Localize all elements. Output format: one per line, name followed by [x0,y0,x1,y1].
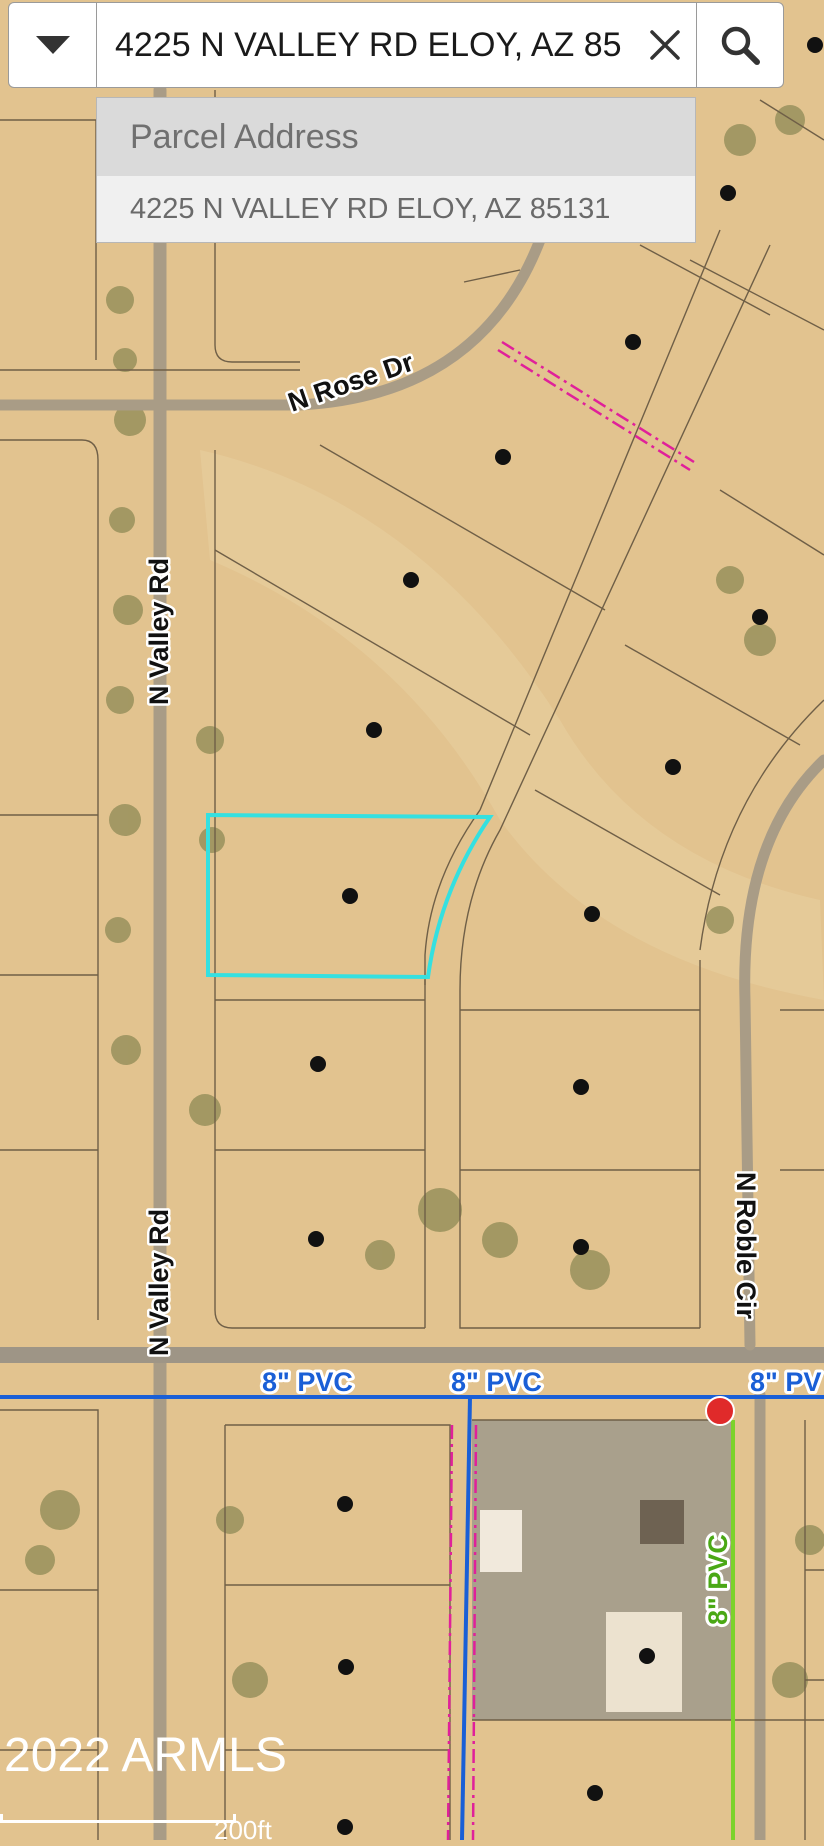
clear-search-button[interactable] [634,3,696,87]
parcel-dot [573,1079,589,1095]
parcel-dot [337,1496,353,1512]
building [640,1500,684,1544]
scale-bar [0,1814,236,1823]
caret-down-icon [35,36,70,54]
parcel-dot [665,759,681,775]
search-type-dropdown[interactable] [9,3,97,87]
parcel-dot [587,1785,603,1801]
label-pipe-sewer: 8" PVC [703,1534,733,1625]
parcel-dot [337,1819,353,1835]
building [480,1510,522,1572]
parcel-map[interactable]: N Rose Dr N Valley Rd N Valley Rd N Robl… [0,0,824,1840]
suggestions-header: Parcel Address [97,98,695,176]
parcel-dot [366,722,382,738]
parcel-dot [639,1648,655,1664]
parcel-dot [752,609,768,625]
label-n-valley-rd-north: N Valley Rd [144,558,174,705]
parcel-dot [403,572,419,588]
map-copyright: 2022 ARMLS [4,1729,287,1782]
label-pipe-water-2: 8" PVC [451,1367,542,1397]
parcel-search-bar: 4225 N VALLEY RD ELOY, AZ 85 [8,2,784,88]
search-input-value: 4225 N VALLEY RD ELOY, AZ 85 [115,25,622,64]
parcel-dot [310,1056,326,1072]
scale-label: 200ft [214,1815,272,1845]
hydrant-icon[interactable] [705,1396,735,1426]
parcel-dot [573,1239,589,1255]
label-n-roble-cir: N Roble Cir [731,1172,761,1320]
parcel-dot [720,185,736,201]
search-input[interactable]: 4225 N VALLEY RD ELOY, AZ 85 [97,3,634,87]
close-icon [650,30,680,60]
search-icon [721,26,760,65]
parcel-dot [584,906,600,922]
parcel-dot [625,334,641,350]
label-pipe-water-3: 8" PV [750,1367,821,1397]
label-pipe-water-1: 8" PVC [262,1367,353,1397]
parcel-dot [807,37,823,53]
search-suggestions: Parcel Address 4225 N VALLEY RD ELOY, AZ… [96,97,696,243]
parcel-dot [308,1231,324,1247]
parcel-dot [338,1659,354,1675]
search-button[interactable] [696,3,783,87]
suggestion-item[interactable]: 4225 N VALLEY RD ELOY, AZ 85131 [97,176,695,242]
parcel-dot [495,449,511,465]
label-n-valley-rd-south: N Valley Rd [144,1209,174,1356]
parcel-dot [342,888,358,904]
